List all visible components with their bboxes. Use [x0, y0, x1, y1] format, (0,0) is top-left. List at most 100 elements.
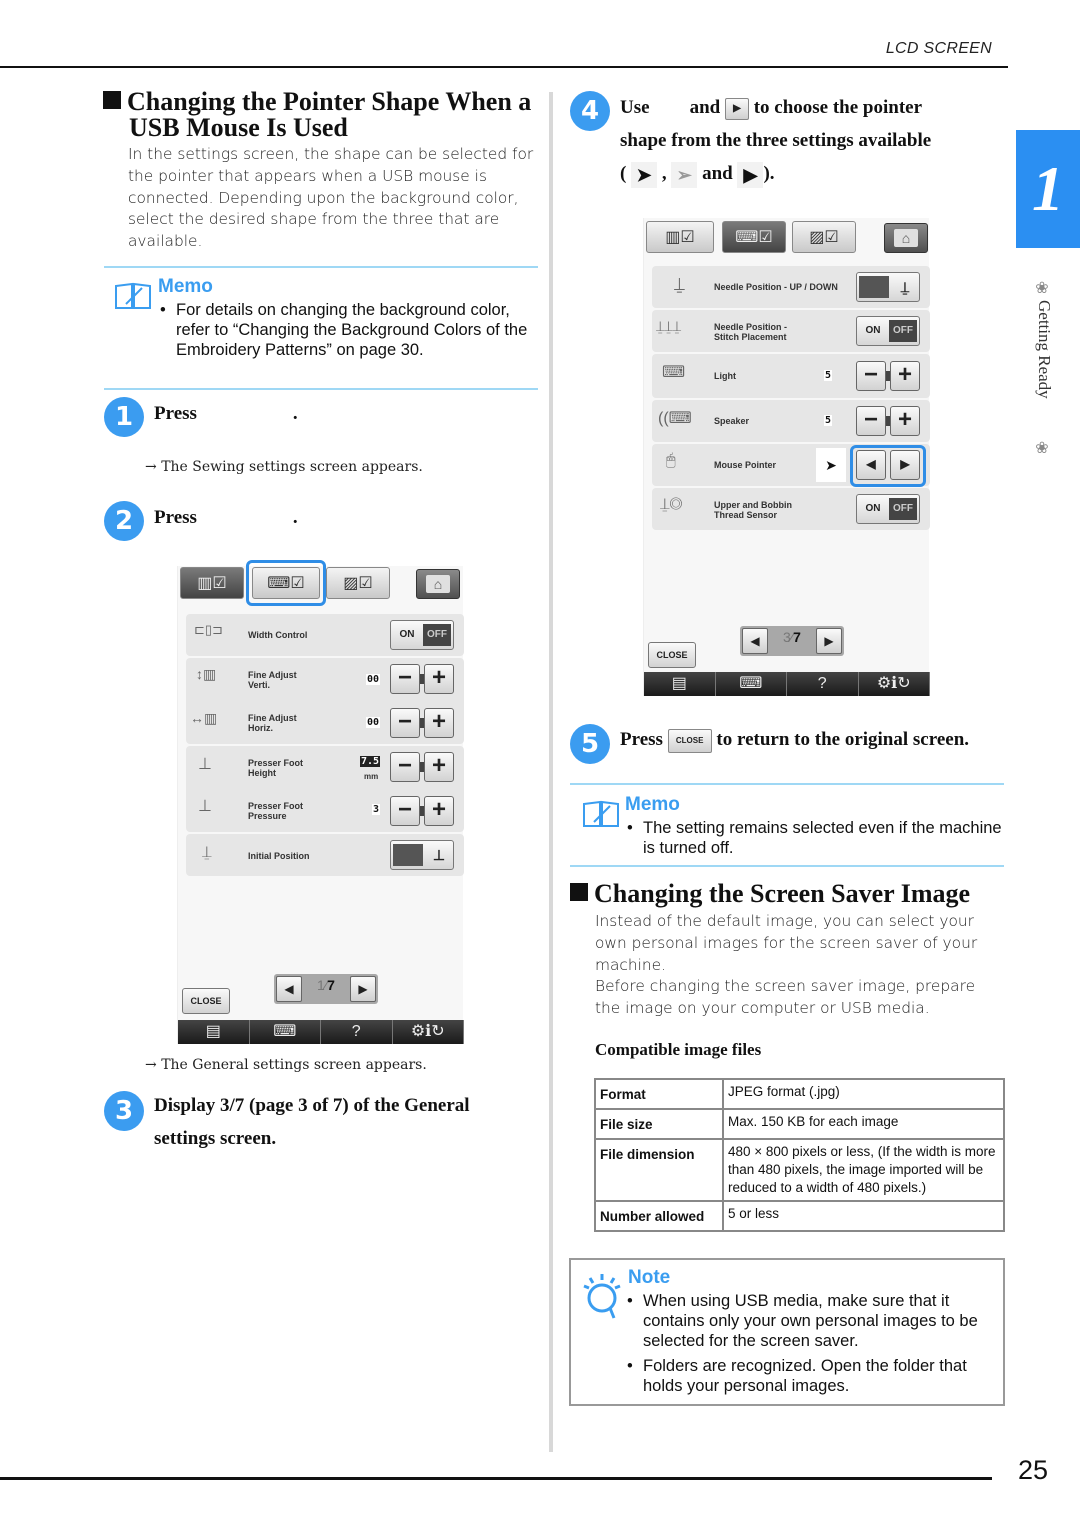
- sewing-settings-tab[interactable]: ▥☑: [180, 567, 244, 599]
- step-number-3: 3: [104, 1091, 144, 1131]
- settings-row-width-control: ⊏▯⊐ Width Control ON OFF: [186, 614, 464, 656]
- table-row: Format JPEG format (.jpg): [594, 1078, 1005, 1110]
- table-value: 5 or less: [722, 1200, 1005, 1232]
- embroidery-settings-tab[interactable]: ▨☑: [792, 221, 856, 253]
- plus-button[interactable]: +: [890, 361, 920, 391]
- result-text: The General settings screen appears.: [161, 1057, 427, 1073]
- settings-row-needle-up-down: ⍊ Needle Position - UP / DOWN ⍊: [652, 266, 930, 308]
- table-row: File dimension 480 × 800 pixels or less, …: [594, 1138, 1005, 1202]
- general-settings-tab[interactable]: ⌨☑: [722, 221, 786, 253]
- thread-sensor-toggle[interactable]: ON OFF: [856, 494, 920, 524]
- plus-button[interactable]: +: [424, 664, 454, 694]
- section-heading-screen-saver: Changing the Screen Saver Image: [570, 881, 1010, 907]
- next-page-button[interactable]: ▶: [816, 628, 842, 654]
- note-lightbulb-icon: [582, 1270, 622, 1320]
- settings-group-fine-adjust: ↕▥ Fine Adjust Verti. 00 − + ↔▥ Fine Adjus…: [186, 658, 464, 744]
- triangle-pointer-icon: ▶: [737, 161, 764, 188]
- mouse-icon: 🖱: [666, 452, 676, 469]
- step-number-4: 4: [570, 91, 610, 131]
- table-row: File size Max. 150 KB for each image: [594, 1108, 1005, 1140]
- next-page-button[interactable]: ▶: [350, 976, 376, 1002]
- row-label: Needle Position - Stitch Placement: [714, 322, 788, 342]
- embroidery-settings-icon: ▨☑: [809, 229, 839, 246]
- step-1-text: Press.: [154, 397, 298, 430]
- document-icon[interactable]: ▤: [644, 672, 716, 696]
- sewing-settings-tab[interactable]: ▥☑: [646, 221, 714, 253]
- memo-bottom-rule: [104, 388, 538, 390]
- prev-page-button[interactable]: ◀: [276, 976, 302, 1002]
- close-button[interactable]: CLOSE: [182, 988, 230, 1014]
- light-stepper: − +: [856, 361, 920, 391]
- page-navigator: ◀ 3⁄7 ▶: [740, 626, 844, 656]
- row-label: Fine Adjust Verti.: [248, 670, 297, 690]
- step-2-text: Press.: [154, 501, 298, 534]
- settings-row-initial-position: ⍊ Initial Position ⊥: [186, 834, 464, 876]
- result-text: The Sewing settings screen appears.: [161, 459, 423, 475]
- help-icon[interactable]: ?: [787, 672, 859, 696]
- off-label: OFF: [423, 624, 451, 646]
- row-label: Upper and Bobbin Thread Sensor: [714, 500, 792, 520]
- page-indicator: 3⁄7: [783, 629, 801, 645]
- sewing-machine-icon[interactable]: ⌨: [715, 672, 787, 696]
- settings-row-thread-sensor: ⍊◎ Upper and Bobbin Thread Sensor ON OFF: [652, 488, 930, 530]
- screen-saver-intro-2: Before changing the screen saver image, …: [595, 977, 976, 1017]
- settings-info-icon[interactable]: ⚙ℹ↻: [858, 672, 930, 696]
- black-arrow-pointer-icon: ➤: [631, 161, 658, 188]
- white-arrow-pointer-icon: ➢: [671, 161, 698, 188]
- needle-position-toggle[interactable]: ⍊: [856, 272, 920, 302]
- close-button-icon: CLOSE: [667, 728, 712, 753]
- bottom-toolbar: ▤ ⌨ ? ⚙ℹ↻: [644, 672, 930, 696]
- width-control-toggle[interactable]: ON OFF: [390, 620, 454, 650]
- sewing-machine-icon[interactable]: ⌨: [249, 1020, 321, 1044]
- page-indicator: 1⁄7: [317, 977, 335, 993]
- plus-button[interactable]: +: [890, 406, 920, 436]
- memo-bottom-rule: [570, 865, 1004, 867]
- document-icon[interactable]: ▤: [178, 1020, 250, 1044]
- minus-button[interactable]: −: [390, 664, 420, 694]
- settings-row-speaker: ((⌨ Speaker 5 − +: [652, 400, 930, 442]
- memo-top-rule: [104, 266, 538, 268]
- presser-foot-pressure-icon: ⊥: [198, 798, 212, 815]
- step-text: Use: [620, 97, 650, 118]
- embroidery-settings-icon: ▨☑: [343, 575, 373, 592]
- home-button[interactable]: ⌂: [416, 569, 460, 599]
- chapter-tab[interactable]: 1: [1016, 130, 1080, 248]
- selection-highlight: [246, 560, 326, 606]
- intro-paragraph: In the settings screen, the shape can be…: [128, 145, 534, 251]
- presser-foot-height-value: 7.5: [360, 756, 381, 767]
- embroidery-settings-tab[interactable]: ▨☑: [326, 567, 390, 599]
- row-label: Needle Position - UP / DOWN: [714, 282, 838, 292]
- screen-saver-intro-1: Instead of the default image, you can se…: [595, 912, 978, 974]
- arrow-icon: →: [145, 459, 157, 475]
- help-icon[interactable]: ?: [321, 1020, 393, 1044]
- heading-line-1: Changing the Pointer Shape When a: [127, 87, 532, 116]
- minus-button[interactable]: −: [390, 752, 420, 782]
- selection-highlight: [850, 445, 926, 487]
- step-text: Press: [154, 403, 197, 424]
- step-text: and: [689, 97, 721, 118]
- page-navigator: ◀ 1⁄7 ▶: [274, 974, 378, 1004]
- header-rule: [0, 66, 1008, 68]
- row-label: Width Control: [248, 630, 308, 640]
- needle-up-option: ⍊: [900, 279, 910, 295]
- memo-title: Memo: [158, 276, 213, 297]
- minus-button[interactable]: −: [390, 796, 420, 826]
- minus-button[interactable]: −: [856, 406, 886, 436]
- close-button[interactable]: CLOSE: [648, 642, 696, 668]
- minus-button[interactable]: −: [390, 708, 420, 738]
- minus-button[interactable]: −: [856, 361, 886, 391]
- settings-info-icon[interactable]: ⚙ℹ↻: [392, 1020, 464, 1044]
- ornament-icon: ❀: [1035, 440, 1049, 457]
- plus-button[interactable]: +: [424, 796, 454, 826]
- note-title: Note: [628, 1267, 671, 1288]
- stitch-placement-toggle[interactable]: ON OFF: [856, 316, 920, 346]
- plus-button[interactable]: +: [424, 708, 454, 738]
- settings-row-light: ⌨ Light 5 − +: [652, 354, 930, 398]
- plus-button[interactable]: +: [424, 752, 454, 782]
- speaker-value: 5: [824, 415, 833, 426]
- step-text: Press: [620, 729, 663, 750]
- initial-position-toggle[interactable]: ⊥: [390, 840, 454, 870]
- note-item: • Folders are recognized. Open the folde…: [627, 1356, 999, 1396]
- prev-page-button[interactable]: ◀: [742, 628, 768, 654]
- home-button[interactable]: ⌂: [884, 223, 928, 253]
